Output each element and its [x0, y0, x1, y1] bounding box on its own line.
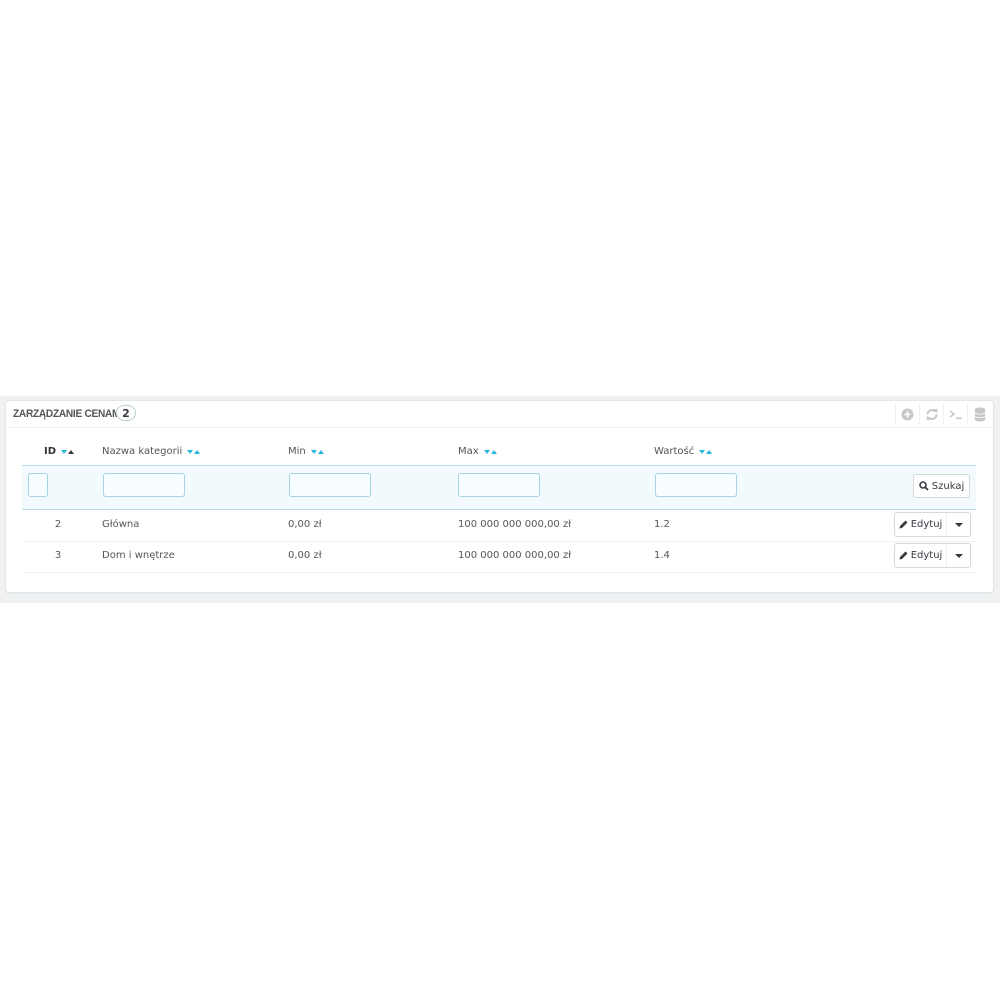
edit-button[interactable]: Edytuj [895, 544, 947, 567]
refresh-icon[interactable] [919, 404, 943, 424]
edit-button[interactable]: Edytuj [895, 513, 947, 536]
column-header-value[interactable]: Wartość [654, 446, 713, 457]
row-id: 3 [54, 550, 62, 561]
caret-down-icon [954, 553, 963, 558]
sort-controls [187, 449, 201, 454]
panel-title: ZARZĄDZANIE CENAMI [13, 408, 123, 420]
panel-heading: ZARZĄDZANIE CENAMI 2 [6, 401, 993, 428]
filter-value-input[interactable] [655, 473, 737, 497]
row-value: 1.4 [654, 550, 670, 561]
column-header-min[interactable]: Min [288, 446, 324, 457]
caret-down-icon [954, 522, 963, 527]
sort-asc-icon[interactable] [317, 449, 324, 454]
sort-desc-icon[interactable] [310, 449, 317, 454]
record-count-badge: 2 [116, 405, 136, 421]
pencil-icon [899, 551, 908, 560]
row-category-name: Dom i wnętrze [102, 550, 175, 561]
edit-button-label: Edytuj [910, 550, 943, 561]
filter-category-name-input[interactable] [103, 473, 185, 497]
row-category-name: Główna [102, 519, 140, 530]
pencil-icon [899, 520, 908, 529]
column-header-category-name[interactable]: Nazwa kategorii [102, 446, 201, 457]
search-button[interactable]: Szukaj [913, 474, 970, 498]
sort-asc-icon[interactable] [68, 449, 75, 454]
column-header-label: ID [44, 446, 57, 457]
sort-desc-icon[interactable] [483, 449, 490, 454]
sql-query-icon[interactable] [943, 404, 967, 424]
sort-controls [310, 449, 324, 454]
column-header-max[interactable]: Max [458, 446, 497, 457]
sort-asc-icon[interactable] [194, 449, 201, 454]
row-actions: Edytuj [894, 512, 971, 537]
edit-button-label: Edytuj [910, 519, 943, 530]
actions-dropdown-toggle[interactable] [947, 544, 970, 567]
column-header-label: Min [288, 446, 306, 457]
row-min: 0,00 zł [288, 550, 322, 561]
filter-min-input[interactable] [289, 473, 371, 497]
export-database-icon[interactable] [967, 404, 991, 424]
search-icon [918, 481, 929, 491]
panel-toolbar [895, 404, 991, 424]
filter-max-input[interactable] [458, 473, 540, 497]
row-max: 100 000 000 000,00 zł [458, 519, 572, 530]
sort-asc-icon[interactable] [706, 449, 713, 454]
actions-dropdown-toggle[interactable] [947, 513, 970, 536]
sort-controls [699, 449, 713, 454]
filter-id-input[interactable] [28, 473, 48, 497]
sort-desc-icon[interactable] [699, 449, 706, 454]
row-value: 1.2 [654, 519, 670, 530]
row-max: 100 000 000 000,00 zł [458, 550, 572, 561]
sort-controls [483, 449, 497, 454]
search-button-label: Szukaj [931, 480, 965, 492]
column-header-label: Wartość [654, 446, 695, 457]
column-header-label: Nazwa kategorii [102, 446, 183, 457]
column-header-label: Max [458, 446, 479, 457]
row-id: 2 [54, 519, 62, 530]
row-min: 0,00 zł [288, 519, 322, 530]
add-icon[interactable] [895, 404, 919, 424]
column-header-id[interactable]: ID [44, 446, 75, 457]
row-actions: Edytuj [894, 543, 971, 568]
sort-desc-icon[interactable] [187, 449, 194, 454]
sort-asc-icon[interactable] [490, 449, 497, 454]
sort-controls [61, 449, 75, 454]
sort-desc-icon[interactable] [61, 449, 68, 454]
